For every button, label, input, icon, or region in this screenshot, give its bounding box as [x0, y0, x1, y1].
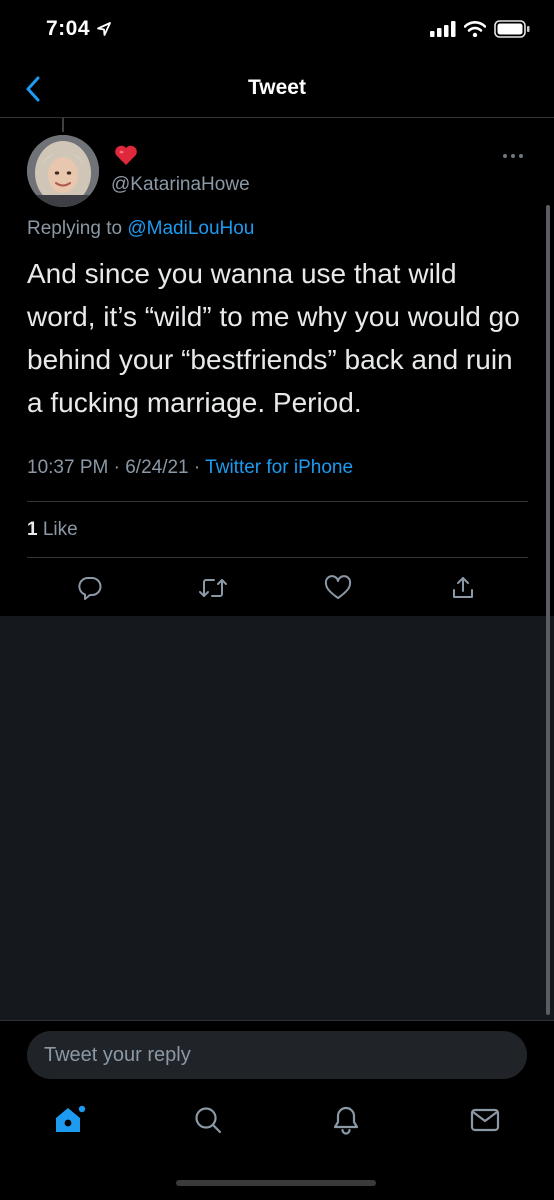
meta-separator: · [193, 457, 206, 478]
home-indicator[interactable] [176, 1180, 376, 1186]
notifications-icon [333, 1106, 359, 1135]
avatar-photo [27, 135, 99, 207]
tweet-meta: 10:37 PM · 6/24/21 · Twitter for iPhone [27, 457, 353, 479]
status-time: 7:04 [46, 17, 112, 41]
page-title: Tweet [248, 76, 306, 99]
replying-to: Replying to @MadiLouHou [27, 218, 254, 240]
wifi-icon [464, 21, 486, 37]
likes-count[interactable]: 1 Like [27, 519, 78, 541]
like-count-number: 1 [27, 519, 38, 540]
home-icon [56, 1105, 86, 1132]
tweet-text: And since you wanna use that wild word, … [27, 258, 520, 418]
nav-header: Tweet [0, 62, 554, 118]
tab-notifications[interactable] [326, 1100, 366, 1140]
share-button[interactable] [445, 570, 481, 606]
more-options-button[interactable] [502, 148, 524, 159]
status-bar: 7:04 [0, 0, 554, 62]
reply-composer [0, 1020, 554, 1090]
search-icon [195, 1107, 222, 1134]
heart-emoji-icon [113, 142, 139, 168]
scrollbar[interactable] [546, 205, 550, 1015]
tab-messages[interactable] [465, 1100, 505, 1140]
share-icon [453, 577, 473, 598]
divider [27, 557, 528, 558]
tweet-detail: @KatarinaHowe Replying to @MadiLouHou An… [0, 118, 554, 616]
status-icons [430, 20, 530, 38]
replying-prefix: Replying to [27, 218, 123, 239]
like-count-label: Like [42, 519, 78, 540]
retweet-icon [199, 579, 227, 597]
messages-icon [470, 1108, 500, 1132]
location-arrow-icon [97, 22, 111, 36]
replies-area [0, 616, 554, 1020]
replying-to-mention[interactable]: @MadiLouHou [127, 218, 254, 239]
user-handle[interactable]: @KatarinaHowe [111, 174, 250, 196]
more-dots-icon [503, 154, 523, 158]
status-time-text: 7:04 [46, 17, 91, 40]
meta-separator: · [113, 457, 126, 478]
battery-icon [494, 20, 530, 38]
reply-button[interactable] [72, 570, 108, 606]
reply-icon [78, 576, 102, 600]
like-icon [324, 575, 352, 599]
divider [27, 501, 528, 502]
like-button[interactable] [320, 570, 356, 606]
tab-search[interactable] [188, 1100, 228, 1140]
signal-icon [430, 21, 456, 37]
thread-connector-line [62, 118, 64, 132]
tweet-time: 10:37 PM [27, 457, 109, 478]
tweet-actions [0, 570, 554, 610]
tweet-date: 6/24/21 [125, 457, 189, 478]
tweet-source[interactable]: Twitter for iPhone [205, 457, 353, 478]
avatar[interactable] [27, 135, 99, 207]
tab-home[interactable] [49, 1100, 89, 1140]
tab-bar [0, 1090, 554, 1200]
retweet-button[interactable] [195, 570, 231, 606]
reply-input[interactable] [27, 1031, 527, 1079]
